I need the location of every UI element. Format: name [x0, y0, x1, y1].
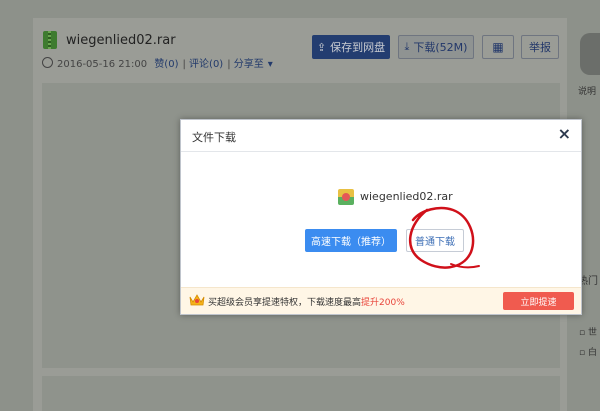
dialog-header: 文件下载 ×	[181, 120, 581, 152]
doc-icon: ▫	[579, 348, 586, 358]
qrcode-button[interactable]: ▦	[482, 35, 514, 59]
save-icon: ⇪	[316, 40, 327, 54]
sidebar-label: 说明	[578, 87, 597, 97]
crown-icon	[189, 294, 205, 306]
clock-icon	[42, 57, 53, 68]
chevron-down-icon: ▾	[267, 59, 273, 70]
download-dialog: 文件下载 × wiegenlied02.rar 高速下载（推荐） 普通下载 买超…	[180, 119, 582, 315]
dialog-file-name: wiegenlied02.rar	[360, 190, 453, 203]
speed-up-button[interactable]: 立即提速	[503, 292, 574, 310]
like-link[interactable]: 赞(0)	[154, 59, 178, 70]
preview-area-lower	[42, 376, 560, 411]
file-meta: 2016-05-16 21:00 赞(0) | 评论(0) | 分享至 ▾	[42, 55, 281, 70]
promo-text: 买超级会员享提速特权，下载速度最高提升200%	[208, 298, 405, 308]
qrcode-icon: ▦	[492, 40, 504, 54]
save-to-cloud-button[interactable]: ⇪ 保存到网盘	[312, 35, 390, 59]
sidebar-item[interactable]: ▫ 世	[579, 325, 597, 338]
archive-file-icon	[338, 189, 354, 205]
fast-download-button[interactable]: 高速下载（推荐）	[305, 229, 397, 252]
comment-link[interactable]: 评论(0)	[189, 59, 223, 70]
normal-download-button[interactable]: 普通下载	[406, 229, 464, 252]
share-link[interactable]: 分享至 ▾	[234, 59, 277, 70]
dialog-title: 文件下载	[192, 131, 236, 144]
upload-date: 2016-05-16 21:00	[57, 59, 148, 70]
vip-promo-bar: 买超级会员享提速特权，下载速度最高提升200% 立即提速	[181, 287, 581, 314]
close-icon[interactable]: ×	[558, 124, 571, 143]
avatar[interactable]	[580, 33, 600, 75]
sidebar-item[interactable]: ▫ 白	[579, 345, 597, 358]
report-button[interactable]: 举报	[521, 35, 559, 59]
download-button[interactable]: ⤓ 下载(52M)	[398, 35, 474, 59]
download-icon: ⤓	[404, 40, 410, 53]
doc-icon: ▫	[579, 328, 586, 338]
file-title: wiegenlied02.rar	[66, 33, 176, 48]
rar-file-icon	[43, 31, 57, 49]
promo-highlight: 提升200%	[361, 298, 405, 308]
